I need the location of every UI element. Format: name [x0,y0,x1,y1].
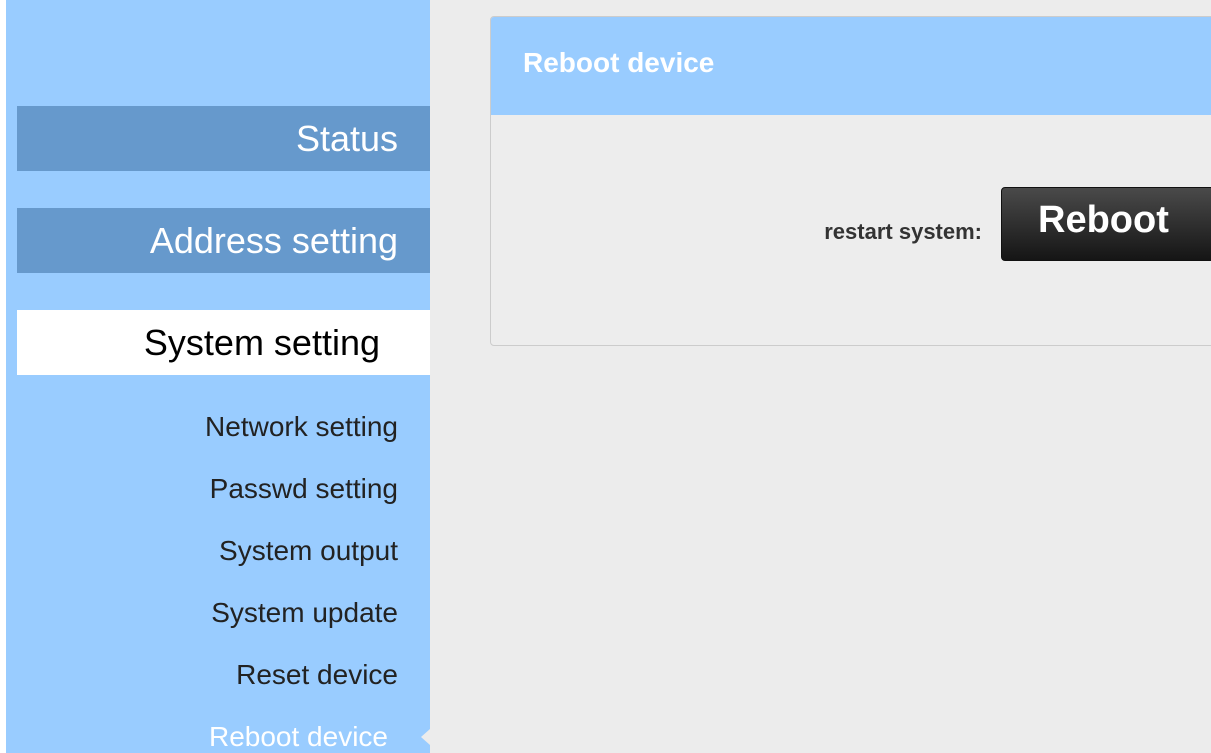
nav-system-update[interactable]: System update [17,593,430,633]
nav-passwd-setting[interactable]: Passwd setting [17,469,430,509]
sidebar: Status Address setting System setting Ne… [6,0,430,753]
panel-title: Reboot device [491,17,1211,115]
restart-system-label: restart system: [824,219,982,244]
reboot-device-panel: Reboot device restart system: Reboot [490,16,1211,346]
nav-status[interactable]: Status [17,106,430,171]
nav-reboot-device-label: Reboot device [208,721,388,752]
nav-system-setting[interactable]: System setting [17,310,430,375]
nav-reset-device[interactable]: Reset device [17,655,430,695]
nav-reboot-device[interactable]: Reboot device [17,717,430,753]
nav-system-output[interactable]: System output [17,531,430,571]
nav-address-setting[interactable]: Address setting [17,208,430,273]
active-indicator-arrow-icon [421,729,430,745]
page: Status Address setting System setting Ne… [0,0,1211,753]
reboot-button[interactable]: Reboot [1001,187,1211,261]
nav-network-setting[interactable]: Network setting [17,407,430,447]
